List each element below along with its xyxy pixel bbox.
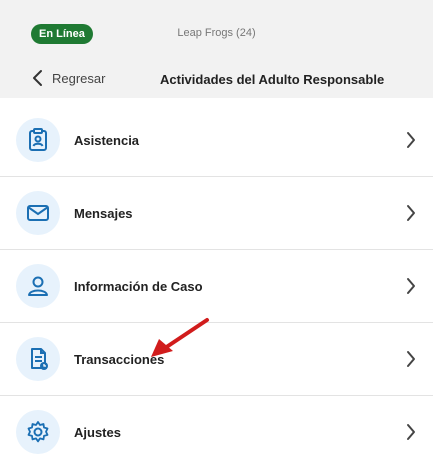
- status-header: En Línea Leap Frogs (24) Regresar Activi…: [0, 0, 433, 98]
- clipboard-id-icon: [16, 118, 60, 162]
- chevron-right-icon: [407, 351, 415, 367]
- back-label: Regresar: [52, 70, 106, 86]
- chevron-right-icon: [407, 132, 415, 148]
- page-title: Actividades del Adulto Responsable: [160, 72, 385, 87]
- chevron-right-icon: [407, 424, 415, 440]
- menu-item-label: Asistencia: [74, 132, 140, 148]
- gear-icon: [16, 410, 60, 454]
- activities-menu: Asistencia Mensajes Información de Caso: [0, 104, 433, 468]
- menu-item-transacciones[interactable]: Transacciones: [0, 323, 433, 396]
- envelope-icon: [16, 191, 60, 235]
- menu-item-label: Información de Caso: [74, 278, 203, 294]
- menu-item-label: Mensajes: [74, 205, 133, 221]
- chevron-right-icon: [407, 278, 415, 294]
- menu-item-ajustes[interactable]: Ajustes: [0, 396, 433, 468]
- menu-item-informacion-de-caso[interactable]: Información de Caso: [0, 250, 433, 323]
- user-profile-icon: [16, 264, 60, 308]
- menu-item-asistencia[interactable]: Asistencia: [0, 104, 433, 177]
- menu-item-label: Ajustes: [74, 424, 121, 440]
- back-button[interactable]: Regresar: [30, 66, 105, 90]
- menu-item-mensajes[interactable]: Mensajes: [0, 177, 433, 250]
- chevron-right-icon: [407, 205, 415, 221]
- document-clock-icon: [16, 337, 60, 381]
- chevron-left-icon: [33, 70, 42, 86]
- class-name-title: Leap Frogs (24): [177, 27, 256, 39]
- red-arrow-annotation: [151, 318, 209, 357]
